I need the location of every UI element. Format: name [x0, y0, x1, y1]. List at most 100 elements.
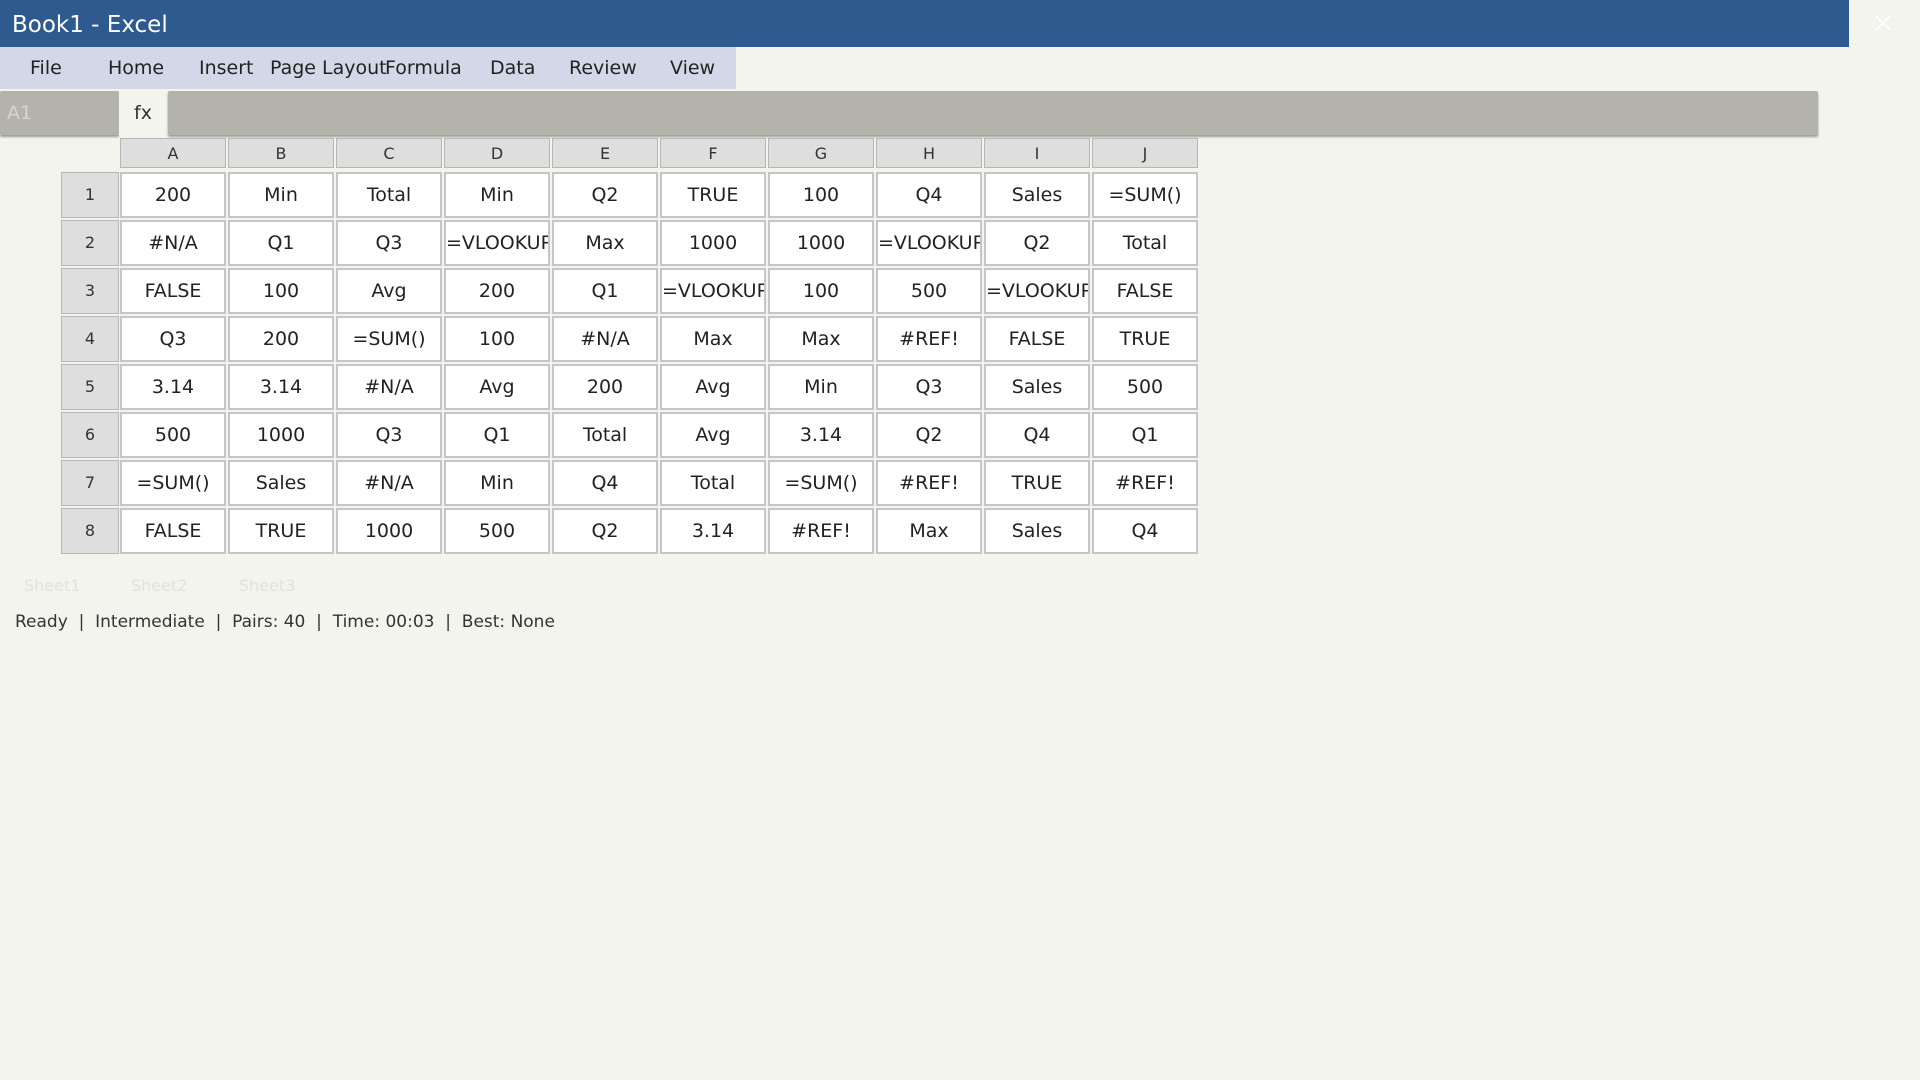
cell-e7[interactable]: Q4 — [552, 460, 658, 506]
row-header-7[interactable]: 7 — [61, 460, 119, 506]
cell-b5[interactable]: 3.14 — [228, 364, 334, 410]
cell-a5[interactable]: 3.14 — [120, 364, 226, 410]
cell-j1[interactable]: =SUM() — [1092, 172, 1198, 218]
menu-review[interactable]: Review — [569, 47, 637, 89]
cell-h2[interactable]: =VLOOKUP( — [876, 220, 982, 266]
cell-i4[interactable]: FALSE — [984, 316, 1090, 362]
cell-f2[interactable]: 1000 — [660, 220, 766, 266]
menu-data[interactable]: Data — [490, 47, 535, 89]
cell-g5[interactable]: Min — [768, 364, 874, 410]
menu-formula[interactable]: Formula — [385, 47, 462, 89]
cell-i7[interactable]: TRUE — [984, 460, 1090, 506]
cell-b8[interactable]: TRUE — [228, 508, 334, 554]
cell-c7[interactable]: #N/A — [336, 460, 442, 506]
cell-f7[interactable]: Total — [660, 460, 766, 506]
cell-b4[interactable]: 200 — [228, 316, 334, 362]
menu-file[interactable]: File — [30, 47, 62, 89]
menu-insert[interactable]: Insert — [199, 47, 254, 89]
column-header-c[interactable]: C — [336, 138, 442, 168]
cell-c8[interactable]: 1000 — [336, 508, 442, 554]
cell-g6[interactable]: 3.14 — [768, 412, 874, 458]
cell-h4[interactable]: #REF! — [876, 316, 982, 362]
cell-d2[interactable]: =VLOOKUP( — [444, 220, 550, 266]
cell-f4[interactable]: Max — [660, 316, 766, 362]
column-header-j[interactable]: J — [1092, 138, 1198, 168]
cell-j6[interactable]: Q1 — [1092, 412, 1198, 458]
cell-d1[interactable]: Min — [444, 172, 550, 218]
column-header-d[interactable]: D — [444, 138, 550, 168]
cell-a4[interactable]: Q3 — [120, 316, 226, 362]
cell-f8[interactable]: 3.14 — [660, 508, 766, 554]
cell-h6[interactable]: Q2 — [876, 412, 982, 458]
cell-j5[interactable]: 500 — [1092, 364, 1198, 410]
cell-f1[interactable]: TRUE — [660, 172, 766, 218]
row-header-8[interactable]: 8 — [61, 508, 119, 554]
cell-d5[interactable]: Avg — [444, 364, 550, 410]
column-header-f[interactable]: F — [660, 138, 766, 168]
cell-i2[interactable]: Q2 — [984, 220, 1090, 266]
cell-b6[interactable]: 1000 — [228, 412, 334, 458]
cell-h3[interactable]: 500 — [876, 268, 982, 314]
cell-a8[interactable]: FALSE — [120, 508, 226, 554]
cell-g2[interactable]: 1000 — [768, 220, 874, 266]
sheet-tab-1[interactable]: Sheet1 — [24, 576, 80, 595]
sheet-tab-3[interactable]: Sheet3 — [239, 576, 295, 595]
cell-c2[interactable]: Q3 — [336, 220, 442, 266]
cell-a6[interactable]: 500 — [120, 412, 226, 458]
cell-a2[interactable]: #N/A — [120, 220, 226, 266]
column-header-g[interactable]: G — [768, 138, 874, 168]
formula-input[interactable] — [168, 91, 1818, 135]
sheet-tab-2[interactable]: Sheet2 — [131, 576, 187, 595]
menu-view[interactable]: View — [670, 47, 715, 89]
cell-g3[interactable]: 100 — [768, 268, 874, 314]
column-header-h[interactable]: H — [876, 138, 982, 168]
cell-a3[interactable]: FALSE — [120, 268, 226, 314]
cell-g1[interactable]: 100 — [768, 172, 874, 218]
cell-i3[interactable]: =VLOOKUP( — [984, 268, 1090, 314]
cell-f6[interactable]: Avg — [660, 412, 766, 458]
cell-f3[interactable]: =VLOOKUP( — [660, 268, 766, 314]
cell-c1[interactable]: Total — [336, 172, 442, 218]
cell-i8[interactable]: Sales — [984, 508, 1090, 554]
cell-b2[interactable]: Q1 — [228, 220, 334, 266]
cell-h5[interactable]: Q3 — [876, 364, 982, 410]
cell-e4[interactable]: #N/A — [552, 316, 658, 362]
cell-i1[interactable]: Sales — [984, 172, 1090, 218]
cell-c4[interactable]: =SUM() — [336, 316, 442, 362]
column-header-e[interactable]: E — [552, 138, 658, 168]
cell-i5[interactable]: Sales — [984, 364, 1090, 410]
cell-b3[interactable]: 100 — [228, 268, 334, 314]
cell-d3[interactable]: 200 — [444, 268, 550, 314]
cell-c5[interactable]: #N/A — [336, 364, 442, 410]
cell-c6[interactable]: Q3 — [336, 412, 442, 458]
cell-j7[interactable]: #REF! — [1092, 460, 1198, 506]
cell-g7[interactable]: =SUM() — [768, 460, 874, 506]
column-header-i[interactable]: I — [984, 138, 1090, 168]
menu-page-layout[interactable]: Page Layout — [270, 47, 387, 89]
cell-g8[interactable]: #REF! — [768, 508, 874, 554]
cell-h7[interactable]: #REF! — [876, 460, 982, 506]
cell-h8[interactable]: Max — [876, 508, 982, 554]
cell-e3[interactable]: Q1 — [552, 268, 658, 314]
row-header-5[interactable]: 5 — [61, 364, 119, 410]
cell-c3[interactable]: Avg — [336, 268, 442, 314]
cell-a1[interactable]: 200 — [120, 172, 226, 218]
row-header-6[interactable]: 6 — [61, 412, 119, 458]
cell-e2[interactable]: Max — [552, 220, 658, 266]
cell-j2[interactable]: Total — [1092, 220, 1198, 266]
row-header-2[interactable]: 2 — [61, 220, 119, 266]
cell-b7[interactable]: Sales — [228, 460, 334, 506]
cell-f5[interactable]: Avg — [660, 364, 766, 410]
cell-i6[interactable]: Q4 — [984, 412, 1090, 458]
cell-e5[interactable]: 200 — [552, 364, 658, 410]
close-button[interactable] — [1858, 6, 1908, 40]
cell-j8[interactable]: Q4 — [1092, 508, 1198, 554]
cell-d6[interactable]: Q1 — [444, 412, 550, 458]
cell-e8[interactable]: Q2 — [552, 508, 658, 554]
cell-e6[interactable]: Total — [552, 412, 658, 458]
menu-home[interactable]: Home — [108, 47, 164, 89]
name-box[interactable]: A1 — [0, 91, 119, 135]
cell-d4[interactable]: 100 — [444, 316, 550, 362]
row-header-3[interactable]: 3 — [61, 268, 119, 314]
cell-e1[interactable]: Q2 — [552, 172, 658, 218]
